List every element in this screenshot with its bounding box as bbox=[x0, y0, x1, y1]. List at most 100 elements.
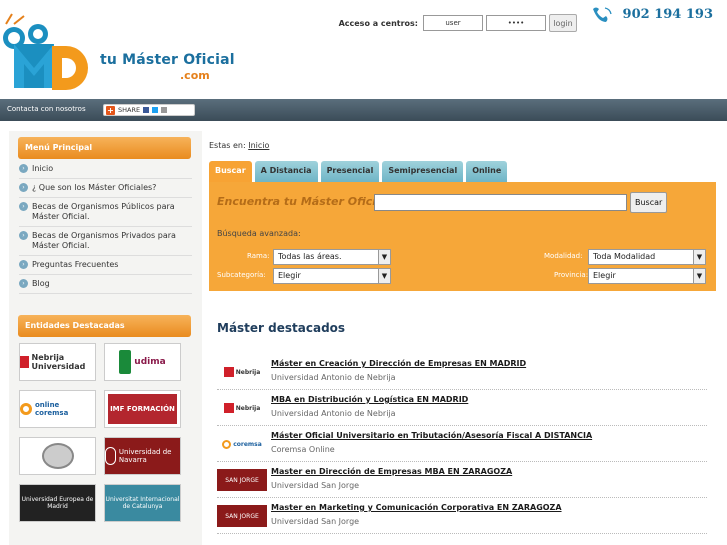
master-link[interactable]: Máster en Creación y Dirección de Empres… bbox=[271, 359, 526, 368]
menu-item-label: ¿ Que son los Máster Oficiales? bbox=[32, 183, 157, 192]
menu-item-blog[interactable]: › Blog bbox=[19, 275, 192, 294]
master-link[interactable]: Master en Marketing y Comunicación Corpo… bbox=[271, 503, 562, 512]
modalidad-value: Toda Modalidad bbox=[593, 252, 656, 261]
menu-title: Menú Principal bbox=[18, 137, 191, 159]
list-item: SAN JORGE Master en Marketing y Comunica… bbox=[217, 498, 707, 534]
phone-number: 902 194 193 bbox=[622, 6, 713, 22]
nebrija-icon bbox=[20, 356, 29, 368]
rama-select[interactable]: Todas las áreas. ▼ bbox=[273, 249, 391, 265]
brand-line1: tu Máster Oficial bbox=[100, 52, 235, 68]
contact-link[interactable]: Contacta con nosotros bbox=[7, 105, 86, 113]
sidebar: Menú Principal › Inicio › ¿ Que son los … bbox=[9, 131, 202, 545]
plus-icon: + bbox=[106, 105, 115, 115]
chevron-right-icon: › bbox=[19, 164, 28, 173]
login-label: Acceso a centros: bbox=[338, 18, 418, 28]
menu-item-preguntas[interactable]: › Preguntas Frecuentes bbox=[19, 256, 192, 275]
entities-title: Entidades Destacadas bbox=[18, 315, 191, 337]
chevron-right-icon: › bbox=[19, 183, 28, 192]
brand-wordmark[interactable]: tu Máster Oficial .com bbox=[100, 52, 235, 82]
chevron-right-icon: › bbox=[19, 202, 28, 211]
top-bar: Contacta con nosotros + SHARE bbox=[0, 99, 727, 121]
school-logo[interactable]: coremsa bbox=[217, 433, 267, 455]
menu-item-label: Becas de Organismos Privados para Máster… bbox=[32, 231, 176, 250]
school-name: Universidad Antonio de Nebrija bbox=[271, 409, 396, 418]
main-content: Estas en: Inicio Buscar A Distancia Pres… bbox=[209, 131, 719, 534]
modalidad-select[interactable]: Toda Modalidad ▼ bbox=[588, 249, 706, 265]
share-label: SHARE bbox=[118, 106, 141, 114]
facebook-icon bbox=[143, 107, 150, 113]
breadcrumb: Estas en: Inicio bbox=[209, 141, 719, 150]
search-panel: Encuentra tu Máster Oficial: Buscar Búsq… bbox=[209, 182, 716, 291]
tab-online[interactable]: Online bbox=[466, 161, 508, 182]
chevron-down-icon: ▼ bbox=[693, 269, 705, 283]
login-button[interactable]: login bbox=[549, 14, 577, 32]
entity-logo-imf[interactable]: IMF FORMACIÓN bbox=[104, 390, 181, 428]
entity-logo-uic[interactable]: Universitat Internacional de Catalunya bbox=[104, 484, 181, 522]
rama-value: Todas las áreas. bbox=[278, 252, 342, 261]
user-field[interactable] bbox=[423, 15, 483, 31]
breadcrumb-link-inicio[interactable]: Inicio bbox=[248, 141, 269, 150]
menu-item-label: Preguntas Frecuentes bbox=[32, 260, 119, 269]
school-name: Universidad Antonio de Nebrija bbox=[271, 373, 396, 382]
nebrija-icon bbox=[223, 403, 234, 413]
tab-buscar[interactable]: Buscar bbox=[209, 161, 252, 182]
search-input[interactable] bbox=[374, 194, 627, 211]
chevron-down-icon: ▼ bbox=[693, 250, 705, 264]
menu-item-becas-publicos[interactable]: › Becas de Organismos Públicos para Mást… bbox=[19, 198, 192, 227]
nebrija-icon bbox=[223, 367, 234, 377]
entity-logo-nebrija[interactable]: Nebrija Universidad bbox=[19, 343, 96, 381]
menu-item-label: Inicio bbox=[32, 164, 54, 173]
menu-item-inicio[interactable]: › Inicio bbox=[19, 160, 192, 179]
chevron-down-icon: ▼ bbox=[378, 250, 390, 264]
main-menu: › Inicio › ¿ Que son los Máster Oficiale… bbox=[19, 160, 192, 294]
seal-icon bbox=[41, 443, 74, 469]
tab-semipresencial[interactable]: Semipresencial bbox=[382, 161, 464, 182]
breadcrumb-prefix: Estas en: bbox=[209, 141, 246, 150]
school-logo[interactable]: Nebrija bbox=[217, 361, 267, 383]
featured-title: Máster destacados bbox=[217, 321, 346, 335]
tab-presencial[interactable]: Presencial bbox=[320, 161, 380, 182]
entity-logo-navarra[interactable]: Universidad de Navarra bbox=[104, 437, 181, 475]
entity-logo-seal[interactable] bbox=[19, 437, 96, 475]
list-item: Nebrija Máster en Creación y Dirección d… bbox=[217, 354, 707, 390]
entities-grid: Nebrija Universidad udima online coremsa… bbox=[19, 343, 194, 522]
list-item: coremsa Máster Oficial Universitario en … bbox=[217, 426, 707, 462]
master-link[interactable]: Máster Oficial Universitario en Tributac… bbox=[271, 431, 592, 440]
tab-a-distancia[interactable]: A Distancia bbox=[254, 161, 318, 182]
master-link[interactable]: Master en Dirección de Empresas MBA EN Z… bbox=[271, 467, 512, 476]
provincia-select[interactable]: Elegir ▼ bbox=[588, 268, 706, 284]
menu-item-becas-privados[interactable]: › Becas de Organismos Privados para Mást… bbox=[19, 227, 192, 256]
provincia-value: Elegir bbox=[593, 271, 616, 280]
subcategoria-select[interactable]: Elegir ▼ bbox=[273, 268, 391, 284]
chevron-down-icon: ▼ bbox=[378, 269, 390, 283]
entity-logo-coremsa[interactable]: online coremsa bbox=[19, 390, 96, 428]
search-heading: Encuentra tu Máster Oficial: bbox=[217, 195, 392, 208]
school-logo[interactable]: SAN JORGE bbox=[217, 505, 267, 527]
search-button[interactable]: Buscar bbox=[630, 192, 668, 213]
phone-icon bbox=[592, 7, 612, 22]
school-logo[interactable]: Nebrija bbox=[217, 397, 267, 419]
site-logo-icon[interactable] bbox=[0, 12, 96, 92]
email-icon bbox=[161, 107, 168, 113]
entity-logo-udima[interactable]: udima bbox=[104, 343, 181, 381]
phone-contact: 902 194 193 bbox=[591, 6, 713, 22]
login-form: Acceso a centros: login bbox=[339, 14, 577, 32]
school-logo[interactable]: SAN JORGE bbox=[217, 469, 267, 491]
password-field[interactable] bbox=[486, 15, 546, 31]
menu-item-label: Blog bbox=[32, 279, 50, 288]
list-item: SAN JORGE Master en Dirección de Empresa… bbox=[217, 462, 707, 498]
menu-item-label: Becas de Organismos Públicos para Máster… bbox=[32, 202, 175, 221]
rama-label: Rama: bbox=[247, 252, 270, 260]
menu-item-que-son[interactable]: › ¿ Que son los Máster Oficiales? bbox=[19, 179, 192, 198]
modalidad-label: Modalidad: bbox=[544, 252, 583, 260]
school-name: Universidad San Jorge bbox=[271, 481, 360, 490]
coremsa-icon bbox=[20, 403, 32, 415]
featured-list: Nebrija Máster en Creación y Dirección d… bbox=[217, 354, 707, 534]
master-link[interactable]: MBA en Distribución y Logística EN MADRI… bbox=[271, 395, 468, 404]
school-name: Universidad San Jorge bbox=[271, 517, 360, 526]
chevron-right-icon: › bbox=[19, 260, 28, 269]
entity-logo-uem[interactable]: Universidad Europea de Madrid bbox=[19, 484, 96, 522]
share-button[interactable]: + SHARE bbox=[103, 104, 195, 116]
advanced-search-label: Búsqueda avanzada: bbox=[217, 229, 301, 238]
navarra-shield-icon bbox=[105, 447, 116, 465]
